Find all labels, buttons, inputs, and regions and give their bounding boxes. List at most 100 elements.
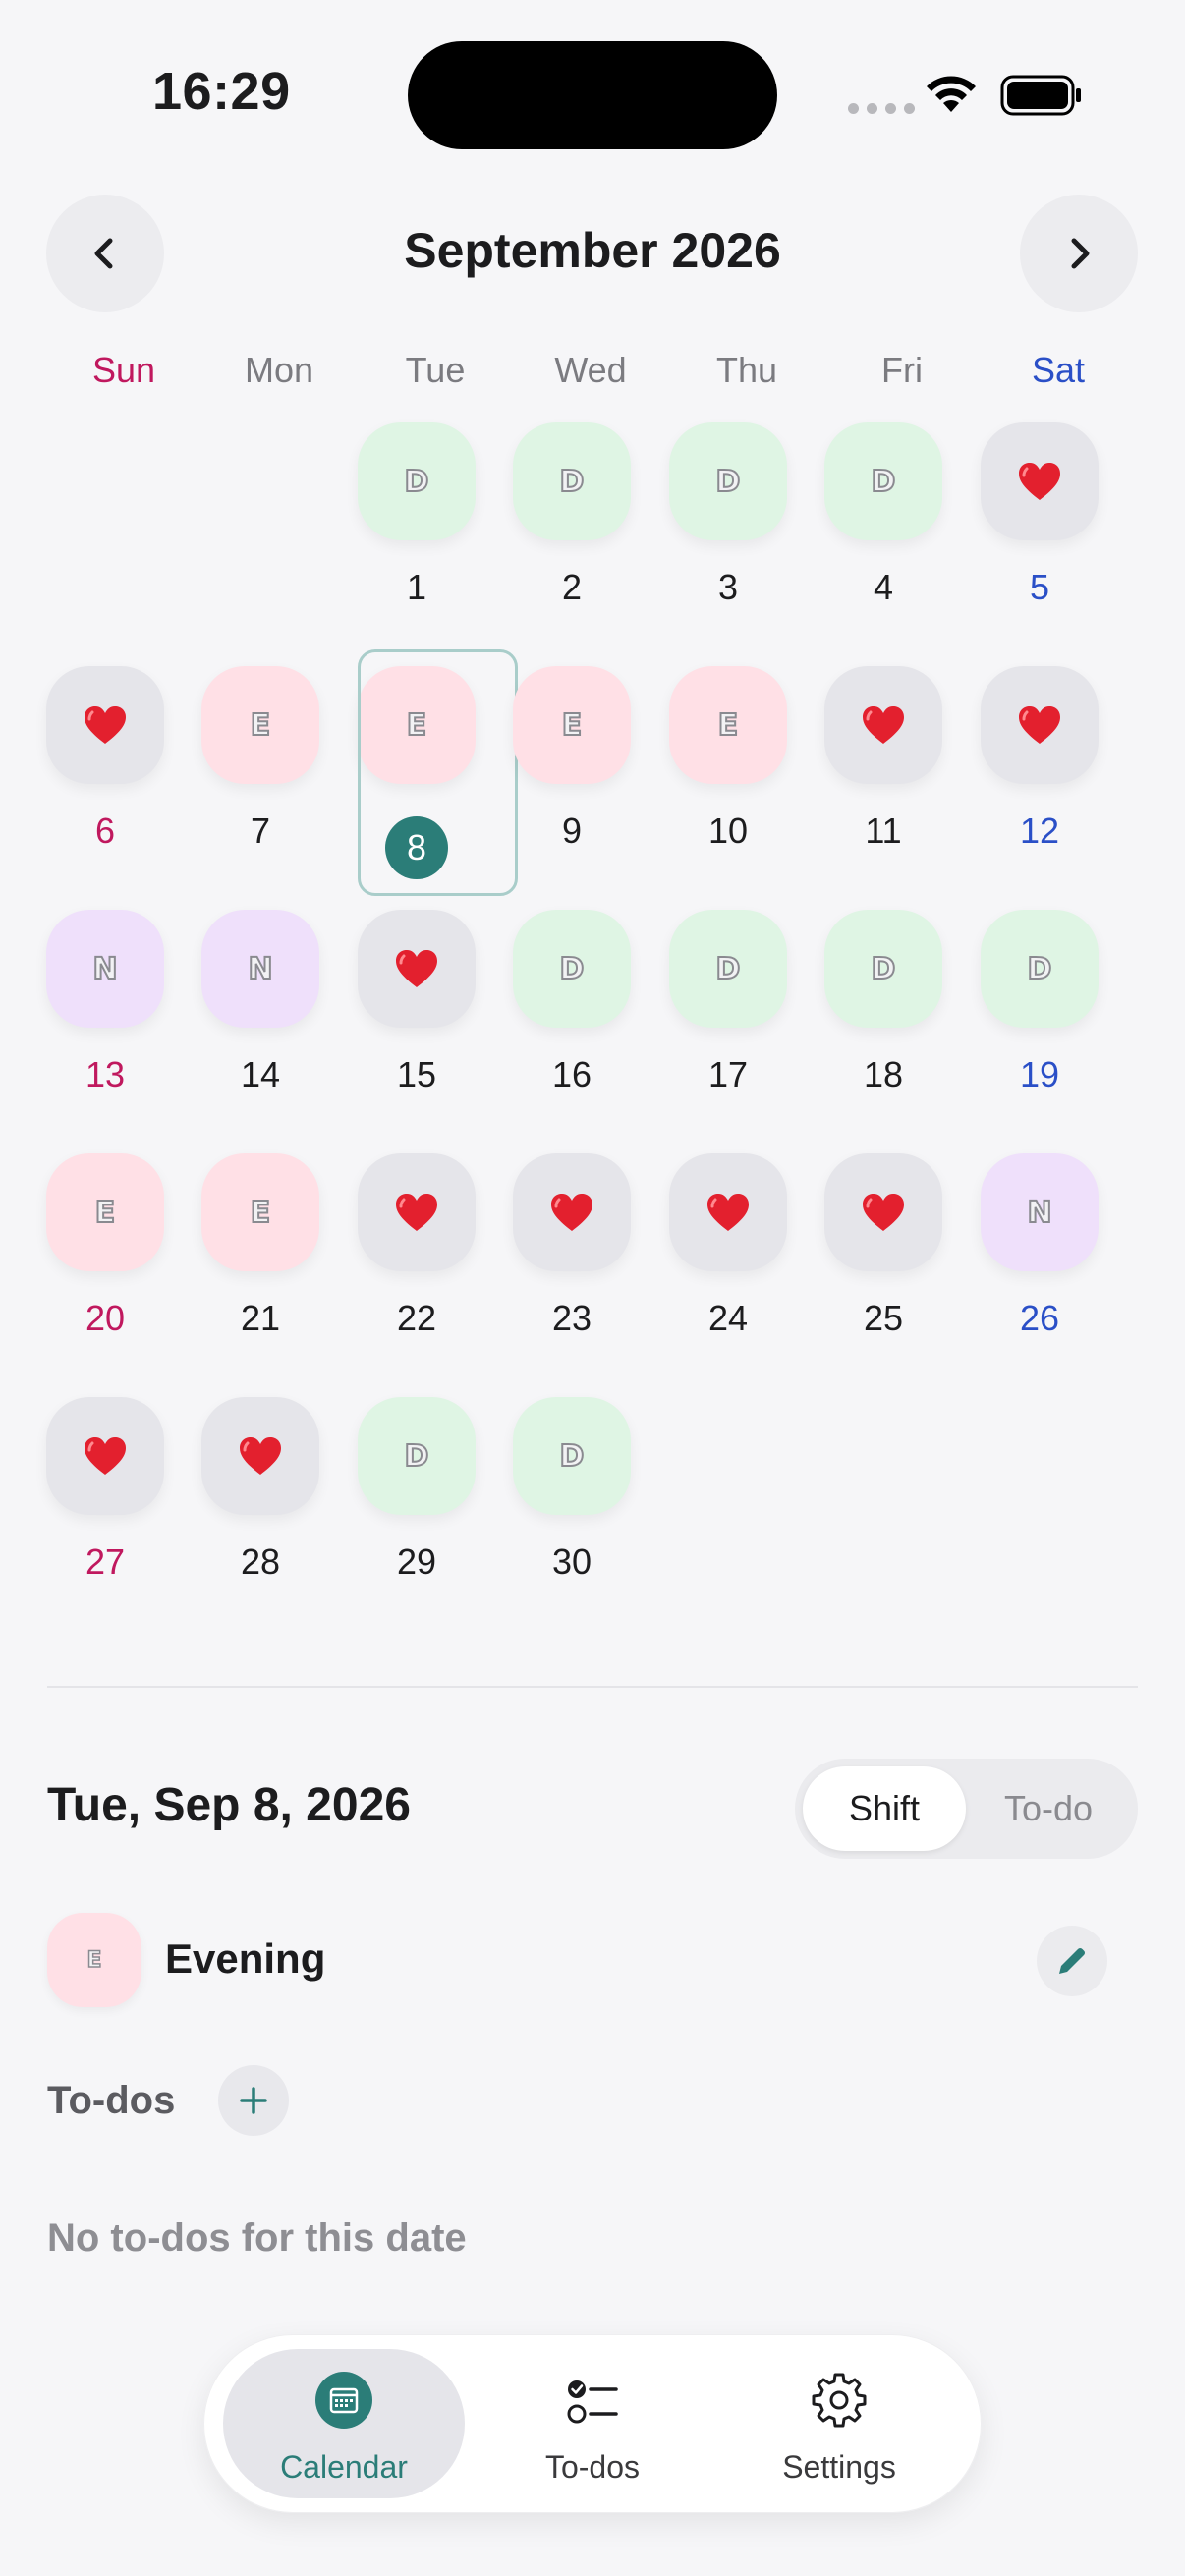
- shift-badge: D: [358, 1397, 476, 1515]
- shift-badge: D: [513, 910, 631, 1028]
- heart-icon: [394, 1192, 439, 1233]
- shift-badge: D: [824, 910, 942, 1028]
- calendar-day-21[interactable]: E 21: [183, 1133, 338, 1376]
- shift-badge: E: [47, 1913, 141, 2007]
- day-number: 28: [240, 1541, 281, 1582]
- calendar-grid: D 1 D 2 D 3 D 4 5 6 E 7 E 8 E 9 E 10 11 12 N 13 N 14 15 D 16 D 17 D 18…: [0, 0, 1185, 1670]
- pencil-icon: [1059, 1947, 1086, 1974]
- calendar-day-23[interactable]: 23: [494, 1133, 649, 1376]
- shift-letter: D: [715, 464, 742, 500]
- heart-icon: [861, 704, 906, 746]
- calendar-day-7[interactable]: E7: [183, 645, 338, 889]
- calendar-day-16[interactable]: D 16: [494, 889, 649, 1133]
- shift-letter: N: [91, 951, 118, 987]
- view-segmented-control: Shift To-do: [795, 1759, 1138, 1859]
- heart-icon: [861, 1192, 906, 1233]
- shift-badge: D: [513, 1397, 631, 1515]
- tab-calendar[interactable]: Calendar: [223, 2349, 465, 2498]
- selected-date-title: Tue, Sep 8, 2026: [47, 1779, 411, 1831]
- calendar-day-3[interactable]: D3: [650, 402, 806, 645]
- calendar-day-11[interactable]: 11: [806, 645, 961, 889]
- calendar-day-26[interactable]: N 26: [962, 1133, 1117, 1376]
- calendar-day-25[interactable]: 25: [806, 1133, 961, 1376]
- day-number: 24: [707, 1298, 749, 1338]
- tab-todos[interactable]: To-dos: [472, 2349, 713, 2498]
- tab-settings[interactable]: Settings: [718, 2349, 960, 2498]
- day-number: 5: [1029, 567, 1050, 607]
- tab-todos-label: To-dos: [544, 2449, 641, 2485]
- day-off-badge: [46, 1397, 164, 1515]
- calendar-day-14[interactable]: N 14: [183, 889, 338, 1133]
- day-number: 7: [250, 811, 271, 851]
- day-off-badge: [669, 1153, 787, 1271]
- shift-letter: E: [561, 707, 583, 744]
- shift-letter: D: [715, 951, 742, 987]
- day-number: 16: [551, 1054, 592, 1094]
- heart-icon: [83, 704, 128, 746]
- day-off-badge: [358, 1153, 476, 1271]
- day-off-badge: [46, 666, 164, 784]
- calendar-day-9[interactable]: E9: [494, 645, 649, 889]
- heart-icon: [1017, 461, 1062, 502]
- shift-badge: E: [669, 666, 787, 784]
- shift-badge: D: [981, 910, 1099, 1028]
- shift-badge-letter: E: [86, 1947, 103, 1974]
- tab-calendar-label: Calendar: [280, 2449, 408, 2485]
- shift-letter: N: [247, 951, 273, 987]
- calendar-day-10[interactable]: E 10: [650, 645, 806, 889]
- day-number: 26: [1019, 1298, 1060, 1338]
- heart-icon: [1017, 704, 1062, 746]
- day-number: 19: [1019, 1054, 1060, 1094]
- calendar-day-8[interactable]: E8: [339, 645, 518, 896]
- empty-todos-message: No to-dos for this date: [47, 2216, 467, 2260]
- segment-todo[interactable]: To-do: [970, 1766, 1127, 1851]
- shift-letter: D: [404, 464, 430, 500]
- calendar-day-12[interactable]: 12: [962, 645, 1117, 889]
- calendar-day-22[interactable]: 22: [339, 1133, 494, 1376]
- calendar-day-17[interactable]: D 17: [650, 889, 806, 1133]
- heart-icon: [83, 1435, 128, 1477]
- calendar-icon: [315, 2372, 372, 2429]
- day-number: 2: [561, 567, 583, 607]
- calendar-day-1[interactable]: D1: [339, 402, 494, 645]
- calendar-day-24[interactable]: 24: [650, 1133, 806, 1376]
- shift-badge: D: [669, 422, 787, 540]
- day-number: 18: [863, 1054, 904, 1094]
- day-number: 14: [240, 1054, 281, 1094]
- shift-badge: E: [201, 666, 319, 784]
- calendar-day-27[interactable]: 27: [28, 1376, 183, 1620]
- add-todo-button[interactable]: [218, 2065, 289, 2136]
- calendar-day-30[interactable]: D 30: [494, 1376, 649, 1620]
- day-off-badge: [513, 1153, 631, 1271]
- calendar-day-5[interactable]: 5: [962, 402, 1117, 645]
- shift-name: Evening: [165, 1935, 326, 1982]
- calendar-day-18[interactable]: D 18: [806, 889, 961, 1133]
- shift-badge: D: [358, 422, 476, 540]
- calendar-day-13[interactable]: N 13: [28, 889, 183, 1133]
- checklist-icon: [567, 2380, 618, 2424]
- day-number: 21: [240, 1298, 281, 1338]
- shift-letter: D: [559, 464, 586, 500]
- shift-letter: E: [250, 1195, 271, 1231]
- calendar-day-19[interactable]: D 19: [962, 889, 1117, 1133]
- shift-letter: N: [1026, 1195, 1052, 1231]
- day-number: 10: [707, 811, 749, 851]
- shift-letter: D: [1027, 951, 1053, 987]
- shift-badge: E: [201, 1153, 319, 1271]
- day-number: 30: [551, 1541, 592, 1582]
- shift-letter: E: [250, 707, 271, 744]
- shift-badge: N: [46, 910, 164, 1028]
- day-off-badge: [824, 666, 942, 784]
- calendar-day-20[interactable]: E 20: [28, 1133, 183, 1376]
- divider: [47, 1686, 1138, 1688]
- edit-shift-button[interactable]: [1037, 1926, 1107, 1996]
- segment-shift[interactable]: Shift: [803, 1766, 966, 1851]
- calendar-day-6[interactable]: 6: [28, 645, 183, 889]
- calendar-day-29[interactable]: D 29: [339, 1376, 494, 1620]
- calendar-day-4[interactable]: D4: [806, 402, 961, 645]
- day-number: 25: [863, 1298, 904, 1338]
- shift-badge: D: [513, 422, 631, 540]
- calendar-day-28[interactable]: 28: [183, 1376, 338, 1620]
- calendar-day-2[interactable]: D2: [494, 402, 649, 645]
- calendar-day-15[interactable]: 15: [339, 889, 494, 1133]
